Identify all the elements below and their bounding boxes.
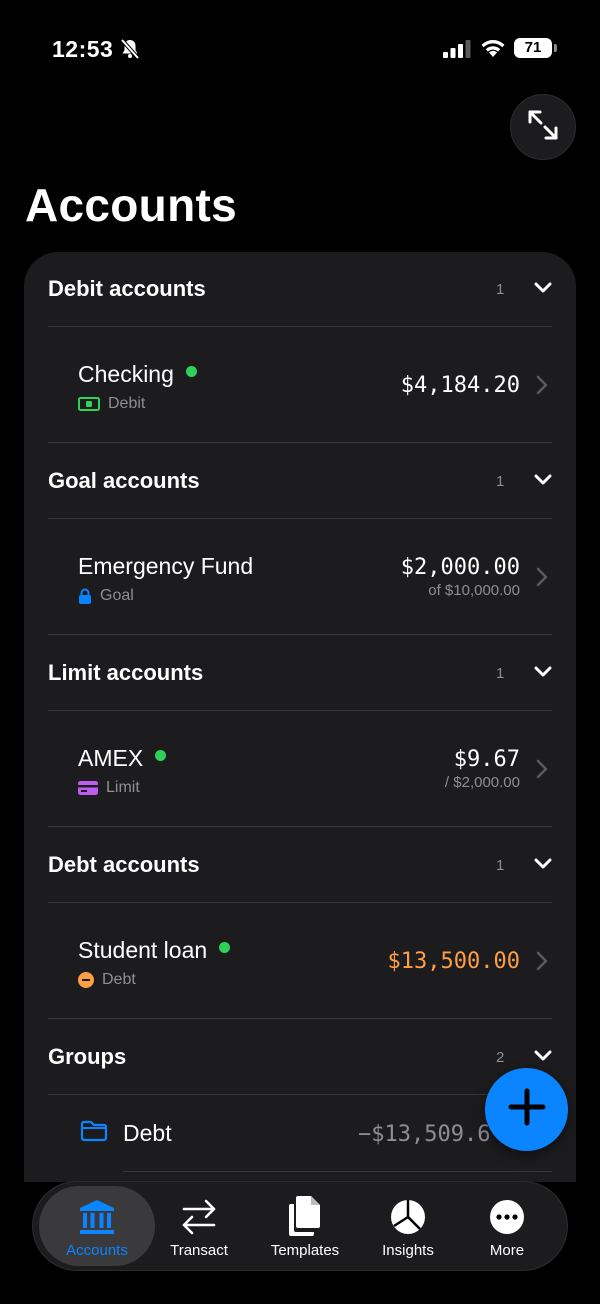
account-name: Emergency Fund [78,553,254,579]
section-header-goal[interactable]: Goal accounts 1 [24,444,576,518]
divider [48,442,552,443]
chevron-right-icon [536,567,548,592]
section-title: Goal accounts [48,468,200,493]
battery-cap [554,44,557,52]
tab-label: Accounts [66,1242,128,1259]
account-amount: $13,500.00 [387,949,520,974]
expand-button[interactable] [510,94,576,160]
chevron-down-icon[interactable] [534,473,552,491]
account-amount: $4,184.20 [400,373,520,398]
account-row-amex[interactable]: AMEX Limit $9.67 / $2,000.00 [24,711,576,827]
divider [48,826,552,827]
cash-icon [78,397,100,411]
status-dot [185,366,197,377]
account-row-emergency-fund[interactable]: Emergency Fund Goal $2,000.00 of $10,000… [24,519,576,635]
tab-label: More [489,1242,525,1259]
status-dot [155,750,167,761]
accounts-list: Debit accounts 1 Checking Debit $4,184.2… [24,252,576,1182]
account-goal-target: of $10,000.00 [428,582,520,599]
divider [123,1171,552,1172]
tab-label: Insights [382,1242,434,1259]
battery-indicator: 71 [514,38,552,58]
divider [48,634,552,635]
status-bar: 12:53 71 [0,0,600,100]
bank-icon [77,1192,117,1236]
tab-more[interactable]: More [461,1186,553,1266]
tab-label: Transact [170,1242,228,1259]
section-title: Groups [48,1044,127,1069]
account-type: Goal [78,587,134,605]
status-time: 12:53 [52,36,114,62]
account-limit: / $2,000.00 [444,774,520,791]
account-type: Debt [78,971,136,989]
tab-bar: Accounts Transact Templates Insights Mor… [32,1181,568,1271]
section-count: 2 [496,1049,505,1066]
tab-transact[interactable]: Transact [155,1186,243,1266]
tab-insights[interactable]: Insights [363,1186,453,1266]
section-count: 1 [496,281,505,298]
section-header-debt[interactable]: Debt accounts 1 [24,828,576,902]
section-title: Debt accounts [48,852,200,877]
section-title: Limit accounts [48,660,204,685]
tab-label: Templates [270,1242,340,1259]
account-name: Checking [78,361,197,388]
section-header-debit[interactable]: Debit accounts 1 [24,252,576,326]
page-title: Accounts [25,179,237,231]
bell-slash-icon [119,38,141,65]
chevron-right-icon [536,759,548,784]
more-icon [488,1192,526,1236]
divider [48,1018,552,1019]
account-name: Student loan [78,937,231,964]
chevron-down-icon[interactable] [534,1049,552,1067]
arrows-icon [180,1192,218,1236]
wifi-icon [480,38,506,63]
account-name: AMEX [78,745,167,772]
account-type: Debit [78,395,145,413]
group-amount: −$13,509.6 [358,1122,491,1147]
tab-templates[interactable]: Templates [253,1186,357,1266]
cellular-signal-icon [443,40,471,63]
chevron-down-icon[interactable] [534,281,552,299]
pie-chart-icon [389,1192,427,1236]
lock-icon [78,588,92,604]
account-amount: $9.67 [453,747,520,772]
documents-icon [286,1192,324,1236]
section-count: 1 [496,473,505,490]
tab-accounts[interactable]: Accounts [39,1186,155,1266]
group-name: Debt [123,1120,172,1146]
section-title: Debit accounts [48,276,206,301]
credit-card-icon [78,781,98,795]
account-type: Limit [78,779,140,797]
folder-icon [80,1120,108,1147]
chevron-right-icon [536,375,548,400]
expand-arrows-icon [526,108,560,147]
chevron-down-icon[interactable] [534,857,552,875]
plus-icon [507,1087,547,1132]
account-amount: $2,000.00 [400,555,520,580]
add-button[interactable] [485,1068,568,1151]
minus-circle-icon [78,972,94,988]
section-count: 1 [496,857,505,874]
chevron-right-icon [536,951,548,976]
account-row-checking[interactable]: Checking Debit $4,184.20 [24,327,576,443]
chevron-down-icon[interactable] [534,665,552,683]
section-header-limit[interactable]: Limit accounts 1 [24,636,576,710]
account-row-student-loan[interactable]: Student loan Debt $13,500.00 [24,903,576,1019]
section-count: 1 [496,665,505,682]
status-dot [219,942,231,953]
